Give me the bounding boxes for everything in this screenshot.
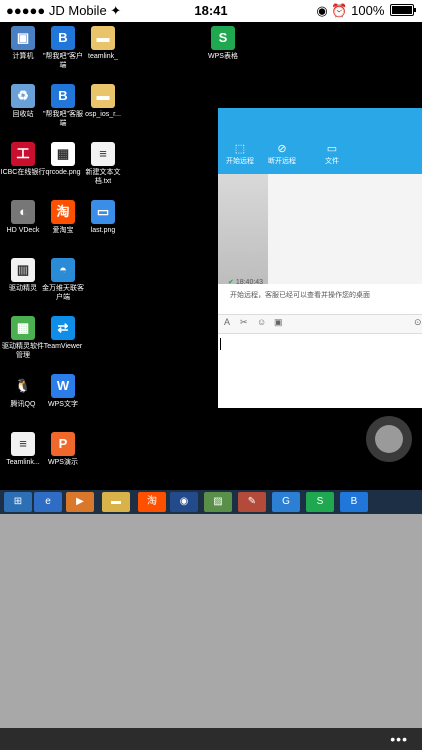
folder-icon: ▬ xyxy=(91,26,115,50)
tab-disconnect[interactable]: ⊘ 断开远程 xyxy=(262,142,302,166)
desktop-icon-label: teamlink_ xyxy=(88,53,118,60)
wps-presentation-icon: P xyxy=(51,432,75,456)
wps-sheet-icon[interactable]: S xyxy=(306,492,334,512)
more-icon[interactable]: ⊙ xyxy=(414,317,422,328)
driver-manager-icon: ▦ xyxy=(11,316,35,340)
more-options-button[interactable]: ••• xyxy=(390,731,408,747)
tab-folder[interactable]: ▭ 文件 xyxy=(312,142,352,166)
disconnect-icon: ⊘ xyxy=(277,143,287,155)
bottom-bar: ••• xyxy=(0,728,422,750)
desktop-icon[interactable]: ≡ 新建文本文档.txt xyxy=(80,142,126,186)
image-viewer-icon[interactable]: ▨ xyxy=(204,492,232,512)
computer-icon: ▣ xyxy=(11,26,35,50)
message-text: 开始远程，客服已经可以查看并操作您的桌面 xyxy=(230,292,370,299)
remote-support-window: ⬚ 开始远程 ⊘ 断开远程 ▭ 文件 ✔ 18:40:43 开始远程，客服已经可以查看并操… xyxy=(218,108,422,408)
text-file-icon: ≡ xyxy=(11,432,35,456)
paint-icon[interactable]: ✎ xyxy=(238,492,266,512)
wps-sheet-icon: S xyxy=(211,26,235,50)
chat-toolbar: A ✂ ☺ ▣ ⊙ xyxy=(218,314,422,334)
bangwoba-service-icon: B xyxy=(51,84,75,108)
qrcode-icon: ▦ xyxy=(51,142,75,166)
status-bar: ●●●●● JD Mobile ✦ 18:41 ◉ ⏰ 100% xyxy=(0,0,422,22)
media-player-icon[interactable]: ▶ xyxy=(66,492,94,512)
tab-label: 文件 xyxy=(325,158,339,165)
explorer-icon[interactable]: ▬ xyxy=(102,492,130,512)
desktop-icon-label: WPS演示 xyxy=(48,459,78,466)
desktop-icon[interactable]: W WPS文字 xyxy=(40,374,86,409)
bangwoba-icon[interactable]: B xyxy=(340,492,368,512)
bangwoba-icon: B xyxy=(51,26,75,50)
remote-app-icon[interactable]: G xyxy=(272,492,300,512)
desktop-icon-label: 新建文本文档.txt xyxy=(85,169,121,185)
message-time-row: ✔ 18:40:43 xyxy=(228,278,263,286)
text-cursor xyxy=(220,338,221,350)
desktop-icon-label: WPS表格 xyxy=(208,53,238,60)
battery-label: 100% xyxy=(351,3,385,18)
camera-photo xyxy=(218,174,422,284)
driver-icon: ▥ xyxy=(11,258,35,282)
desktop-icon-label: WPS文字 xyxy=(48,401,78,408)
check-icon: ✔ xyxy=(228,279,234,286)
jinwanwei-icon: ◓ xyxy=(51,258,75,282)
emoji-icon[interactable]: ☺ xyxy=(257,317,266,327)
desktop-icon[interactable]: S WPS表格 xyxy=(200,26,246,61)
desktop-icon-label: osp_ios_r... xyxy=(85,111,121,118)
battery-icon xyxy=(390,4,416,16)
desktop-icon[interactable]: ◓ 金万维天联客户端 xyxy=(40,258,86,302)
icbc-icon: 工 xyxy=(11,142,35,166)
scissors-icon[interactable]: ✂ xyxy=(240,317,248,328)
screenshot-icon[interactable]: ▣ xyxy=(274,317,283,328)
tab-screen[interactable]: ⬚ 开始远程 xyxy=(220,142,260,166)
teamviewer-icon: ⇄ xyxy=(51,316,75,340)
desktop-icon[interactable]: ▬ teamlink_ xyxy=(80,26,126,61)
folder-icon: ▭ xyxy=(326,143,338,155)
start-button[interactable]: ⊞ xyxy=(4,492,32,512)
desktop-icon-label: last.png xyxy=(90,227,116,234)
paper-image xyxy=(268,174,422,284)
desktop-icon[interactable]: ▬ osp_ios_r... xyxy=(80,84,126,119)
chat-input[interactable] xyxy=(218,334,422,408)
screen-icon: ⬚ xyxy=(234,143,246,155)
status-icons: ◉ ⏰ xyxy=(316,3,348,18)
ie-icon[interactable]: e xyxy=(34,492,62,512)
taskbar: ⊞ e ▶ ▬ 淘 ◉ ▨ ✎ G S B xyxy=(0,490,422,514)
desktop-icon[interactable]: ⇄ TeamViewer xyxy=(40,316,86,351)
message-time: 18:40:43 xyxy=(235,279,264,286)
font-icon[interactable]: A xyxy=(224,317,230,327)
tab-label: 开始远程 xyxy=(226,158,254,165)
taobao-icon: 淘 xyxy=(51,200,75,224)
desktop-icon-label: TeamViewer xyxy=(43,343,83,350)
qq-icon: 🐧 xyxy=(11,374,35,398)
taobao-icon[interactable]: 淘 xyxy=(138,492,166,512)
desktop-icon[interactable]: P WPS演示 xyxy=(40,432,86,467)
browser-icon[interactable]: ◉ xyxy=(170,492,198,512)
floating-control-button[interactable] xyxy=(366,416,412,462)
desktop-icon-label: 金万维天联客户端 xyxy=(42,285,84,301)
recycle-bin-icon: ♻ xyxy=(11,84,35,108)
window-header: ⬚ 开始远程 ⊘ 断开远程 ▭ 文件 xyxy=(218,108,422,174)
vdeck-icon: ◐ xyxy=(11,200,35,224)
status-right: ◉ ⏰ 100% xyxy=(316,3,416,19)
tab-label: 断开远程 xyxy=(268,158,296,165)
image-file-icon: ▭ xyxy=(91,200,115,224)
wps-writer-icon: W xyxy=(51,374,75,398)
folder-icon: ▬ xyxy=(91,84,115,108)
desktop-icon[interactable]: ▭ last.png xyxy=(80,200,126,235)
text-file-icon: ≡ xyxy=(91,142,115,166)
